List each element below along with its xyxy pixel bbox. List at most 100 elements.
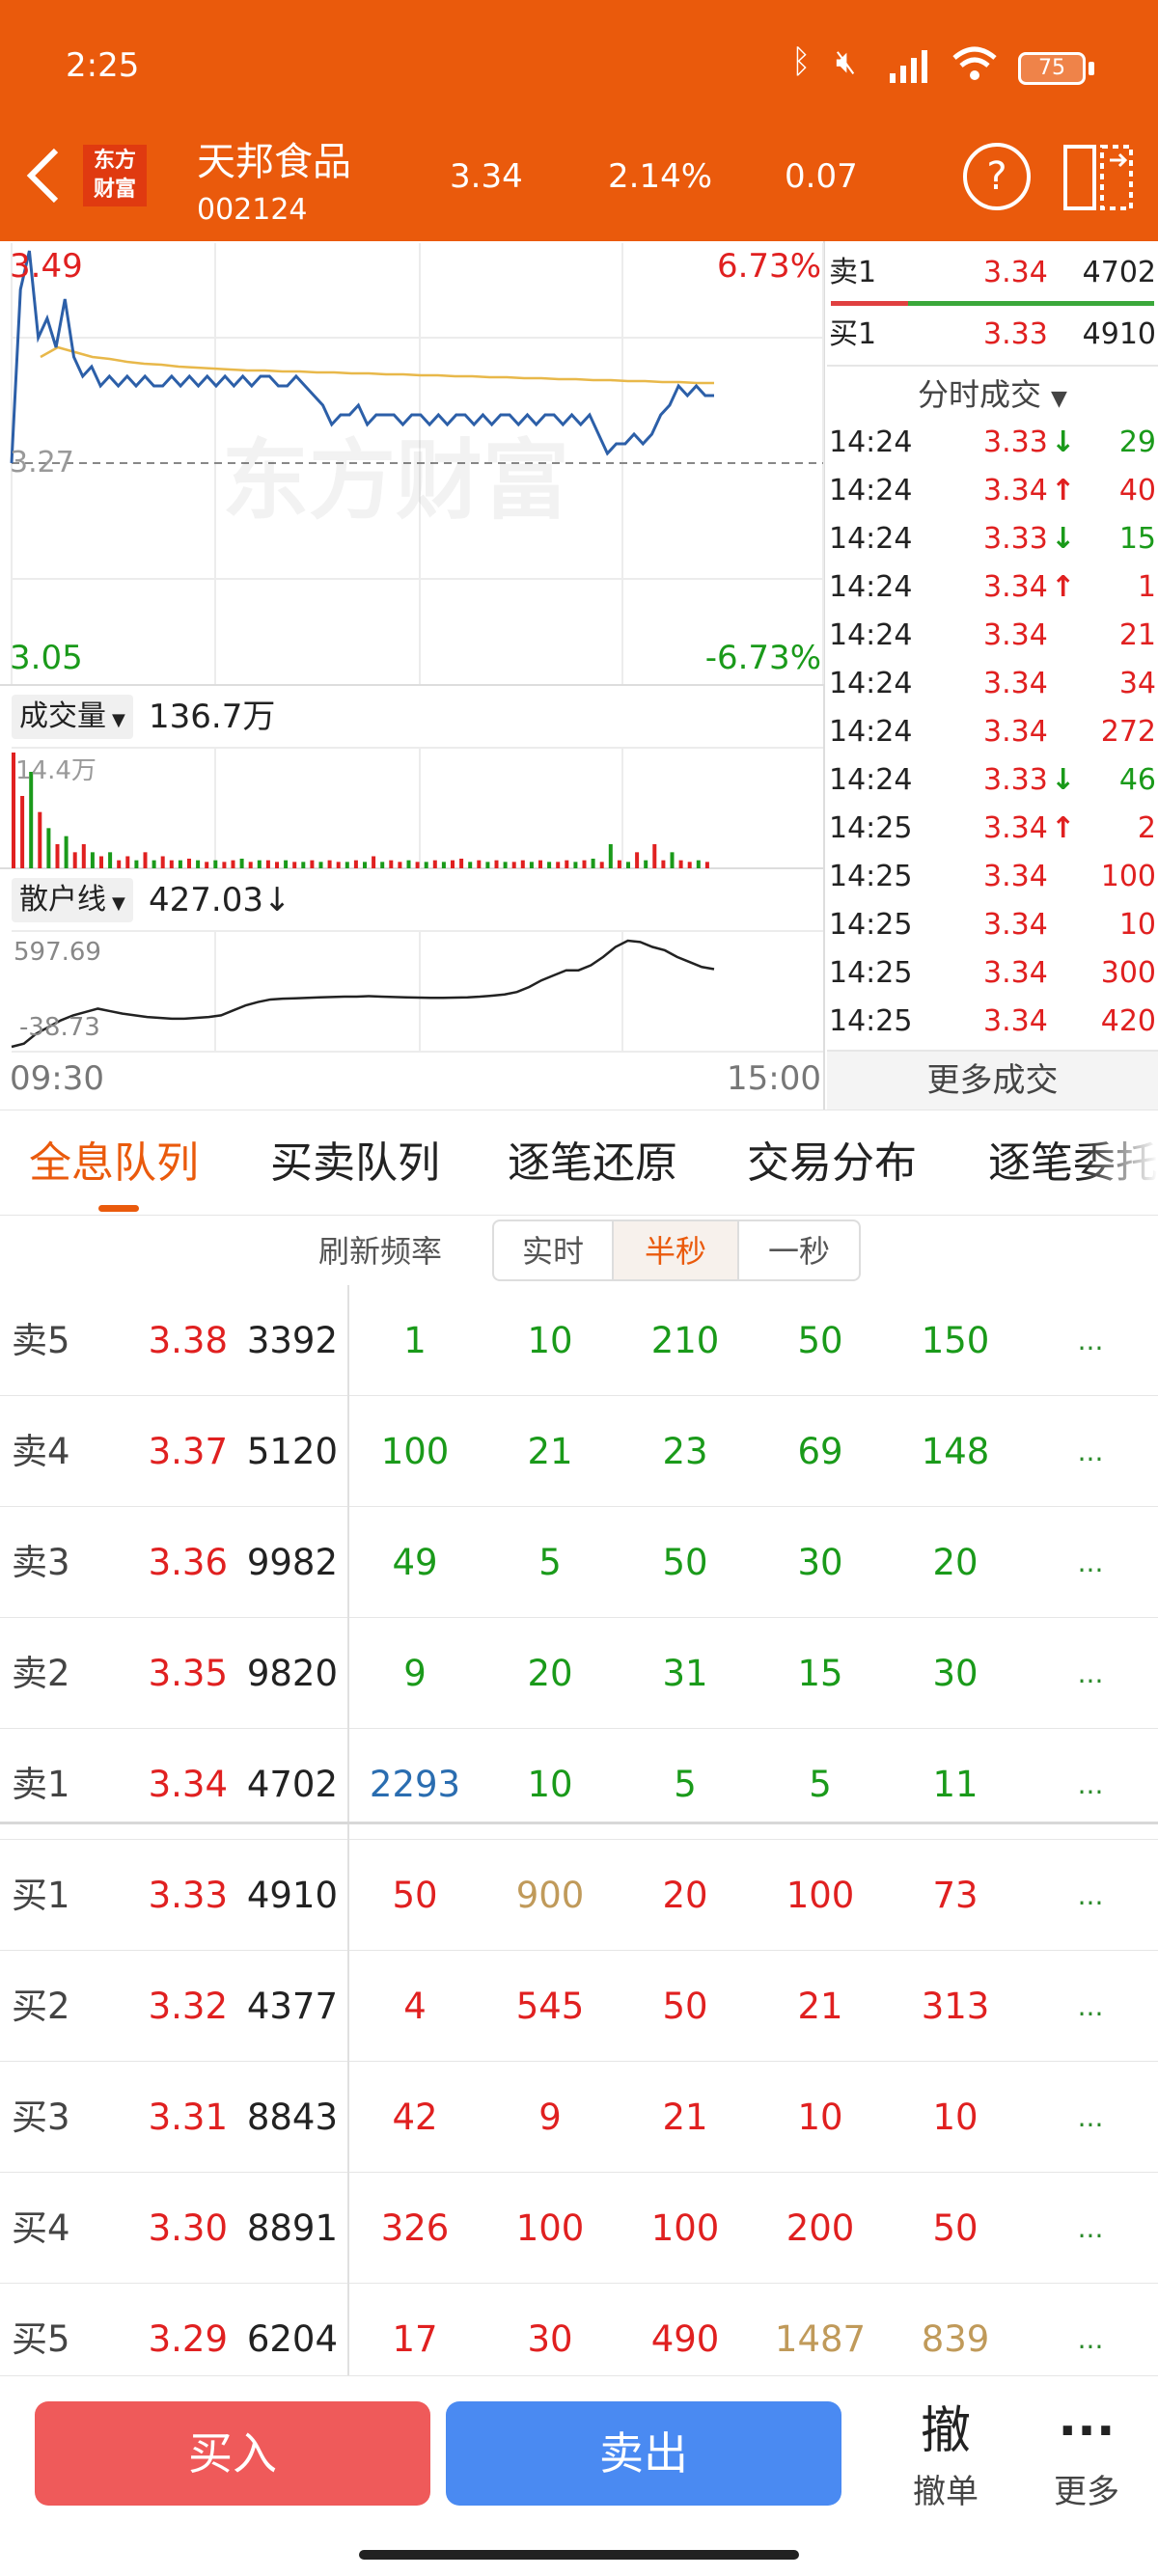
queue-order-size: 10 — [527, 1320, 573, 1361]
tick-price: 3.34 — [983, 811, 1048, 845]
cancel-order-button[interactable]: 撤 撤单 — [897, 2398, 994, 2512]
tick-volume: 21 — [1118, 618, 1156, 652]
tick-volume: 100 — [1100, 860, 1156, 893]
tick-arrow-icon: ↑ — [1051, 811, 1076, 845]
volume-bar — [134, 860, 139, 868]
average-price-line — [40, 345, 714, 385]
queue-order-size: 15 — [797, 1653, 843, 1694]
queue-row[interactable]: 买3 3.31 8843 42 9 21 10 10... — [0, 2062, 1158, 2173]
refresh-realtime-option[interactable]: 实时 — [492, 1219, 614, 1281]
sell-button[interactable]: 卖出 — [446, 2401, 841, 2506]
volume-bar — [81, 844, 86, 868]
volume-bar — [538, 860, 542, 868]
tab-tick-restore[interactable]: 逐笔还原 — [508, 1110, 677, 1215]
queue-side: 买1 — [12, 1875, 70, 1916]
queue-order-size: 42 — [392, 2096, 438, 2138]
volume-bar — [196, 860, 201, 868]
tick-time: 14:24 — [829, 474, 913, 507]
queue-price: 3.31 — [148, 2096, 228, 2138]
volume-bar — [670, 852, 675, 868]
queue-order-size: 210 — [650, 1320, 720, 1361]
queue-row[interactable]: 卖2 3.35 9820 9 20 31 15 30... — [0, 1618, 1158, 1729]
queue-order-size: 9 — [538, 2096, 562, 2138]
volume-bar — [169, 860, 174, 868]
indicator-series — [11, 939, 715, 1049]
tick-arrow-icon: ↑ — [1051, 570, 1076, 604]
queue-row[interactable]: 买1 3.33 4910 50 900 20 100 73... — [0, 1840, 1158, 1951]
tick-row: 14:25 3.34 100 — [827, 853, 1158, 901]
buy-button[interactable]: 买入 — [35, 2401, 430, 2506]
queue-row[interactable]: 卖4 3.37 5120 100 21 23 69 148... — [0, 1396, 1158, 1507]
queue-order-size: 326 — [380, 2207, 450, 2249]
queue-row[interactable]: 卖3 3.36 9982 49 5 50 30 20... — [0, 1507, 1158, 1618]
volume-bar — [661, 860, 666, 868]
layout-switch-icon[interactable] — [1062, 141, 1135, 214]
queue-more-ellipsis[interactable]: ... — [1062, 1840, 1119, 1951]
volume-total: 136.7万 — [149, 698, 276, 736]
tab-bar: 全息队列 买卖队列 逐笔还原 交易分布 逐笔委托 — [0, 1110, 1158, 1216]
volume-bar — [152, 860, 156, 868]
volume-bar — [511, 862, 516, 868]
refresh-halfsec-option[interactable]: 半秒 — [612, 1219, 739, 1281]
queue-order-size: 30 — [932, 1653, 979, 1694]
volume-bar — [520, 860, 525, 868]
queue-more-ellipsis[interactable]: ... — [1062, 1285, 1119, 1396]
queue-more-ellipsis[interactable]: ... — [1062, 2062, 1119, 2173]
ticks-header[interactable]: 分时成交 ▼ — [827, 370, 1158, 424]
queue-row[interactable]: 卖5 3.38 3392 1 10 210 50 150... — [0, 1285, 1158, 1396]
queue-order-size: 20 — [527, 1653, 573, 1694]
tab-bid-ask-queue[interactable]: 买卖队列 — [270, 1110, 440, 1215]
tab-tick-orders[interactable]: 逐笔委托 — [988, 1110, 1158, 1215]
queue-price: 3.36 — [148, 1542, 228, 1583]
tick-time: 14:25 — [829, 956, 913, 990]
volume-bar — [599, 862, 604, 868]
queue-price: 3.38 — [148, 1320, 228, 1361]
volume-bar — [503, 862, 508, 868]
volume-bar — [565, 860, 569, 868]
refresh-onesec-option[interactable]: 一秒 — [737, 1219, 861, 1281]
indicator-min-label: -38.73 — [19, 1013, 100, 1042]
tick-arrow-icon: ↓ — [1051, 425, 1076, 459]
tick-volume: 46 — [1118, 763, 1156, 797]
queue-order-size: 30 — [797, 1542, 843, 1583]
volume-bar — [608, 844, 613, 868]
more-ticks-button[interactable]: 更多成交 — [827, 1050, 1158, 1110]
pct-top-label: 6.73% — [716, 247, 821, 286]
tick-price: 3.34 — [983, 618, 1048, 652]
signal-icon — [890, 50, 927, 83]
ask-bar — [831, 301, 908, 306]
volume-bar — [494, 860, 499, 868]
queue-more-ellipsis[interactable]: ... — [1062, 1618, 1119, 1729]
volume-bar — [617, 860, 621, 868]
intraday-chart[interactable]: 东方财富 3.49 6.73% 3.27 3.05 -6.73% 成交量 ▼ 13… — [0, 241, 825, 1110]
queue-order-size: 150 — [921, 1320, 990, 1361]
queue-more-ellipsis[interactable]: ... — [1062, 1396, 1119, 1507]
indicator-line — [11, 939, 715, 1049]
tick-row: 14:24 3.34 272 — [827, 708, 1158, 756]
volume-selector[interactable]: 成交量 ▼ — [12, 695, 133, 739]
queue-row[interactable]: 买4 3.30 8891 326 100 100 200 50... — [0, 2173, 1158, 2284]
tick-row: 14:24 3.33 ↓ 46 — [827, 756, 1158, 805]
back-arrow-icon[interactable] — [21, 145, 64, 206]
tick-price: 3.33 — [983, 425, 1048, 459]
indicator-max-label: 597.69 — [14, 938, 101, 967]
tab-full-queue[interactable]: 全息队列 — [29, 1110, 199, 1215]
volume-bar — [20, 796, 25, 868]
queue-more-ellipsis[interactable]: ... — [1062, 2173, 1119, 2284]
indicator-selector[interactable]: 散户线 ▼ — [12, 878, 133, 922]
dropdown-icon: ▼ — [1051, 387, 1067, 411]
tab-trade-distribution[interactable]: 交易分布 — [747, 1110, 917, 1215]
volume-bar — [213, 860, 218, 868]
tick-row: 14:25 3.34 ↑ 2 — [827, 805, 1158, 853]
volume-bar — [222, 862, 227, 868]
queue-more-ellipsis[interactable]: ... — [1062, 1951, 1119, 2062]
help-icon[interactable]: ? — [963, 143, 1031, 210]
queue-order-size: 73 — [932, 1875, 979, 1916]
volume-bar — [257, 860, 262, 868]
refresh-label: 刷新频率 — [318, 1233, 443, 1270]
queue-row[interactable]: 买2 3.32 4377 4 545 50 21 313... — [0, 1951, 1158, 2062]
pct-bottom-label: -6.73% — [704, 639, 821, 677]
queue-order-size: 4 — [403, 1986, 427, 2027]
more-button[interactable]: ··· 更多 — [1038, 2398, 1135, 2512]
queue-more-ellipsis[interactable]: ... — [1062, 1507, 1119, 1618]
